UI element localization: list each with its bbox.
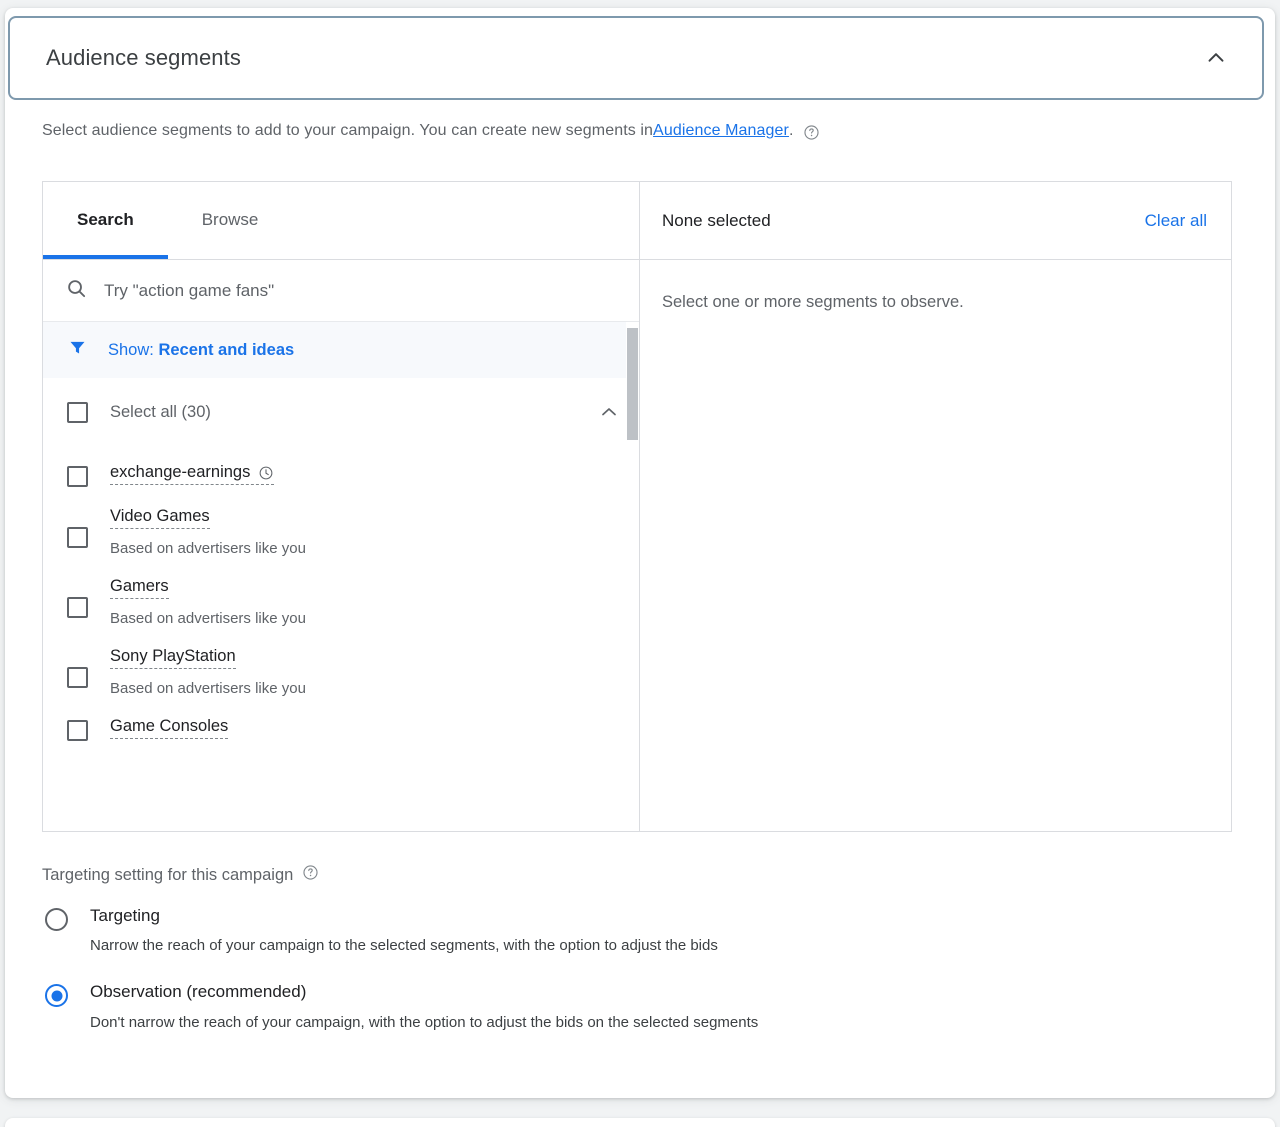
radio-option-observation[interactable]: Observation (recommended) Don't narrow t… [45,982,1195,1031]
section-header[interactable]: Audience segments [8,16,1264,100]
search-input[interactable] [104,280,639,301]
targeting-setting-text: Targeting setting for this campaign [42,865,294,884]
tab-browse[interactable]: Browse [168,182,293,258]
clock-icon-svg [259,467,273,480]
segment-checkbox[interactable] [67,719,88,741]
segment-body: Video Games Based on advertisers like yo… [110,507,306,557]
selected-panel-header: None selected Clear all [640,182,1231,260]
list-scrollbar-track[interactable] [626,322,639,831]
description-prefix: Select audience segments to add to your … [42,122,654,139]
picker-tabs: Search Browse [43,182,639,260]
segment-picker: Search Browse Try "action game fans" Sho… [42,181,1232,832]
segment-subtitle: Based on advertisers like you [110,679,306,697]
radio-observation-description: Don't narrow the reach of your campaign,… [90,1013,759,1031]
search-row[interactable] [43,260,639,322]
radio-observation-body: Observation (recommended) Don't narrow t… [90,982,758,1030]
segment-name[interactable]: exchange-earnings [110,463,275,485]
radio-targeting-description: Narrow the reach of your campaign to the… [90,937,718,955]
selected-count-label: None selected [662,210,771,230]
list-item[interactable]: Video Games Based on advertisers like yo… [43,490,639,560]
help-circle-icon[interactable] [302,864,319,886]
radio-observation-control[interactable] [45,984,68,1008]
radio-targeting-body: Targeting Narrow the reach of your campa… [90,906,718,954]
filter-funnel-icon-svg [70,341,85,354]
filter-funnel-icon [67,337,88,363]
segment-checkbox[interactable] [67,666,88,688]
segment-body: exchange-earnings [110,463,275,485]
filter-value: Recent and ideas [158,340,295,359]
filter-prefix: Show: [108,340,159,359]
segment-list: Show: Recent and ideas Select all (30) e… [43,322,639,831]
segment-name-text: exchange-earnings [110,463,251,481]
chevron-up-icon-svg [602,408,616,416]
select-all-label: Select all (30) [110,402,211,421]
list-scrollbar-thumb[interactable] [627,328,638,440]
select-all-collapse-chevron-up-icon[interactable] [597,400,621,424]
clock-icon [258,465,274,481]
help-circle-icon-svg [803,124,819,140]
segment-subtitle: Based on advertisers like you [110,609,306,627]
selected-panel-empty-text: Select one or more segments to observe. [662,293,964,311]
segment-checkbox[interactable] [67,596,88,618]
select-all-row[interactable]: Select all (30) [43,378,639,446]
tab-search[interactable]: Search [43,182,168,259]
help-circle-icon-svg [303,865,318,880]
segment-body: Gamers Based on advertisers like you [110,577,306,627]
audience-segments-card: Audience segments Select audience segmen… [5,8,1275,1098]
segment-body: Sony PlayStation Based on advertisers li… [110,647,306,697]
page-root: Audience segments Select audience segmen… [0,0,1280,1127]
filter-show-label: Show: Recent and ideas [108,341,294,360]
audience-manager-link[interactable]: Audience Manager [653,122,789,140]
picker-left-pane: Search Browse Try "action game fans" Sho… [43,182,640,831]
next-card-peek [5,1118,1275,1127]
help-circle-icon[interactable] [803,124,820,141]
radio-targeting-title: Targeting [90,906,160,925]
targeting-setting-label: Targeting setting for this campaign [42,864,319,886]
segment-body: Game Consoles [110,717,229,739]
targeting-radio-group: Targeting Narrow the reach of your campa… [45,906,1195,1059]
segment-name[interactable]: Gamers [110,577,169,599]
select-all-left: Select all (30) [67,401,211,423]
segment-name[interactable]: Video Games [110,507,210,529]
select-all-checkbox[interactable] [67,401,88,423]
chevron-up-icon-svg [1208,53,1224,62]
filter-show-row[interactable]: Show: Recent and ideas [43,322,639,378]
picker-right-pane: None selected Clear all Select one or mo… [640,182,1231,831]
segment-name[interactable]: Sony PlayStation [110,647,236,669]
list-item[interactable]: Sony PlayStation Based on advertisers li… [43,630,639,700]
search-icon [65,277,88,305]
segment-checkbox[interactable] [67,466,88,487]
list-item[interactable]: exchange-earnings [43,446,639,490]
segment-subtitle: Based on advertisers like you [110,539,306,557]
segment-name[interactable]: Game Consoles [110,717,229,739]
radio-observation-title: Observation (recommended) [90,982,307,1002]
list-item[interactable]: Gamers Based on advertisers like you [43,560,639,630]
radio-option-targeting[interactable]: Targeting Narrow the reach of your campa… [45,906,1195,954]
radio-targeting-control[interactable] [45,908,68,931]
clear-all-button[interactable]: Clear all [1145,211,1207,231]
chevron-up-icon[interactable] [1196,38,1236,78]
description-suffix: . [788,122,794,139]
page-title: Audience segments [46,45,241,70]
segment-checkbox[interactable] [67,527,88,548]
section-description: Select audience segments to add to your … [42,122,820,140]
search-icon-svg [68,279,86,297]
list-item[interactable]: Game Consoles [43,700,639,744]
